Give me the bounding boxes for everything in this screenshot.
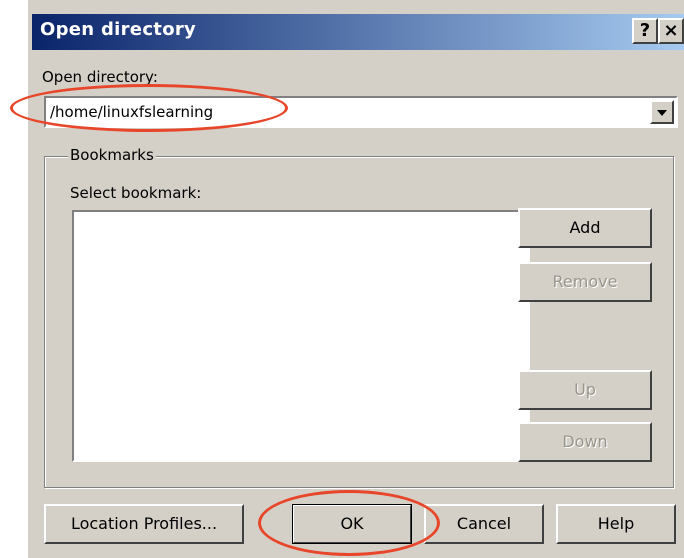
add-button[interactable]: Add	[518, 208, 652, 248]
bookmarks-group-title: Bookmarks	[68, 146, 156, 164]
ok-button-label: OK	[340, 514, 364, 533]
down-button[interactable]: Down	[518, 422, 652, 462]
directory-combobox[interactable]: /home/linuxfslearning	[44, 96, 678, 128]
help-button-label: Help	[597, 514, 635, 533]
title-bar[interactable]: Open directory ? ×	[32, 14, 684, 50]
window-title: Open directory	[40, 19, 197, 40]
location-profiles-label: Location Profiles...	[70, 514, 218, 533]
cancel-button-label: Cancel	[456, 514, 512, 533]
ok-button[interactable]: OK	[292, 504, 412, 544]
select-bookmark-label: Select bookmark:	[70, 184, 202, 202]
remove-button-label: Remove	[552, 272, 618, 291]
open-directory-dialog: Open directory ? × Open directory: /home…	[28, 0, 684, 558]
help-button[interactable]: Help	[556, 504, 676, 544]
help-icon[interactable]: ?	[632, 18, 658, 44]
dropdown-button[interactable]	[650, 100, 674, 124]
directory-label-text: Open directory:	[42, 68, 158, 86]
directory-value[interactable]: /home/linuxfslearning	[50, 103, 213, 121]
bookmark-list[interactable]	[72, 210, 530, 462]
remove-button[interactable]: Remove	[518, 262, 652, 302]
chevron-down-icon	[657, 110, 667, 116]
up-button[interactable]: Up	[518, 370, 652, 410]
add-button-label: Add	[569, 218, 601, 237]
up-button-label: Up	[574, 380, 596, 399]
down-button-label: Down	[562, 432, 608, 451]
cancel-button[interactable]: Cancel	[424, 504, 544, 544]
directory-label: Open directory:	[42, 68, 158, 86]
location-profiles-button[interactable]: Location Profiles...	[44, 504, 244, 544]
close-icon[interactable]: ×	[658, 18, 684, 44]
